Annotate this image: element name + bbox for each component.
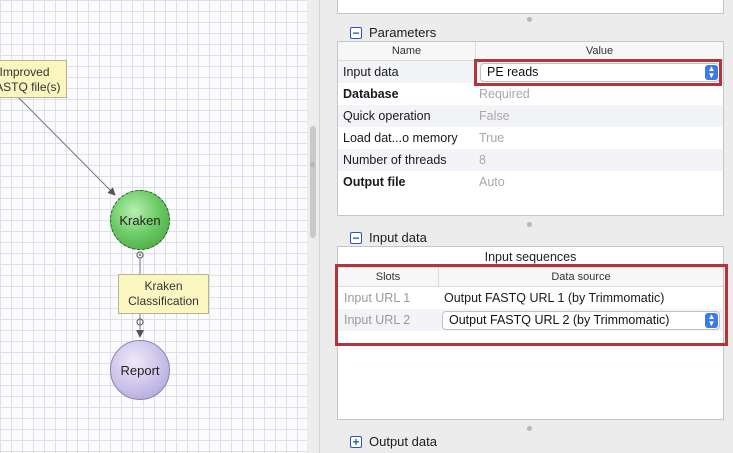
- param-name: Input data: [343, 65, 399, 79]
- slot-row-url-2[interactable]: Input URL 2 Output FASTQ URL 2 (by Trimm…: [338, 309, 723, 331]
- previous-section-box: [337, 0, 724, 14]
- slot-name: Input URL 2: [344, 313, 411, 327]
- param-name: Load dat...o memory: [343, 131, 458, 145]
- collapse-icon[interactable]: −: [350, 26, 362, 39]
- canvas-scrollbar[interactable]: [310, 126, 316, 238]
- slot-source[interactable]: Output FASTQ URL 1 (by Trimmomatic): [438, 291, 723, 305]
- collapse-icon[interactable]: −: [350, 231, 362, 244]
- param-row-input-data[interactable]: Input data PE reads ▲ ▼: [338, 61, 723, 83]
- column-name[interactable]: Name: [338, 42, 476, 60]
- param-row-quick-operation[interactable]: Quick operation False: [338, 105, 723, 127]
- param-value[interactable]: True: [474, 131, 723, 145]
- input-data-title: Input data: [369, 230, 427, 245]
- param-row-database[interactable]: Database Required: [338, 83, 723, 105]
- expand-icon[interactable]: +: [350, 435, 362, 448]
- note-kraken-classification[interactable]: Kraken Classification: [118, 274, 209, 314]
- kraken-node-label: Kraken: [119, 212, 161, 228]
- properties-panel: − Parameters Name Value Input data PE re…: [320, 0, 733, 453]
- kraken-node[interactable]: Kraken: [110, 190, 170, 250]
- input-data-value: PE reads: [487, 65, 539, 79]
- output-data-header[interactable]: + Output data: [350, 434, 437, 449]
- param-value[interactable]: Auto: [474, 175, 723, 189]
- parameters-rows: Input data PE reads ▲ ▼ Database Required…: [338, 61, 723, 193]
- workflow-canvas[interactable]: Improved FASTQ file(s) Kraken Kraken Cla…: [0, 0, 307, 453]
- splitter-handle[interactable]: [310, 162, 315, 167]
- output-data-title: Output data: [369, 434, 437, 449]
- section-resize-handle[interactable]: [527, 222, 532, 227]
- input-sequences-caption: Input sequences: [484, 250, 577, 264]
- input-data-header[interactable]: − Input data: [350, 230, 427, 245]
- param-row-load-memory[interactable]: Load dat...o memory True: [338, 127, 723, 149]
- panel-splitter[interactable]: [307, 0, 320, 453]
- param-name: Output file: [343, 175, 406, 189]
- slot-row-url-1[interactable]: Input URL 1 Output FASTQ URL 1 (by Trimm…: [338, 287, 723, 309]
- param-name: Quick operation: [343, 109, 431, 123]
- input-data-select[interactable]: PE reads ▲ ▼: [480, 62, 720, 82]
- param-value[interactable]: 8: [474, 153, 723, 167]
- note-improved-label: Improved FASTQ file(s): [0, 65, 61, 94]
- parameters-table-header: Name Value: [338, 42, 723, 61]
- report-node[interactable]: Report: [110, 340, 170, 400]
- column-data-source[interactable]: Data source: [439, 268, 723, 286]
- note-classification-label: Kraken Classification: [128, 279, 199, 308]
- parameters-title: Parameters: [369, 25, 437, 40]
- param-row-threads[interactable]: Number of threads 8: [338, 149, 723, 171]
- column-slots[interactable]: Slots: [338, 268, 439, 286]
- parameters-header[interactable]: − Parameters: [350, 25, 436, 40]
- param-name: Number of threads: [343, 153, 447, 167]
- data-source-value: Output FASTQ URL 2 (by Trimmomatic): [449, 313, 670, 327]
- slot-name: Input URL 1: [344, 291, 411, 305]
- input-data-table: Input sequences Slots Data source Input …: [337, 246, 724, 420]
- slots-table-header: Slots Data source: [338, 267, 723, 287]
- param-value[interactable]: False: [474, 109, 723, 123]
- parameters-table: Name Value Input data PE reads ▲ ▼ Databa…: [337, 41, 724, 216]
- link-improved-to-kraken: [17, 96, 116, 196]
- select-arrows-icon: ▲ ▼: [705, 64, 718, 80]
- section-resize-handle[interactable]: [527, 426, 532, 431]
- param-row-output-file[interactable]: Output file Auto: [338, 171, 723, 193]
- report-node-label: Report: [120, 362, 160, 378]
- select-arrows-icon: ▲ ▼: [705, 312, 718, 328]
- column-value[interactable]: Value: [476, 42, 723, 60]
- param-name: Database: [343, 87, 399, 101]
- slots-rows: Input URL 1 Output FASTQ URL 1 (by Trimm…: [338, 287, 723, 331]
- section-resize-handle[interactable]: [527, 17, 532, 22]
- note-improved-fastq[interactable]: Improved FASTQ file(s): [0, 60, 67, 98]
- data-source-select[interactable]: Output FASTQ URL 2 (by Trimmomatic) ▲ ▼: [442, 310, 720, 330]
- param-value[interactable]: Required: [474, 87, 723, 101]
